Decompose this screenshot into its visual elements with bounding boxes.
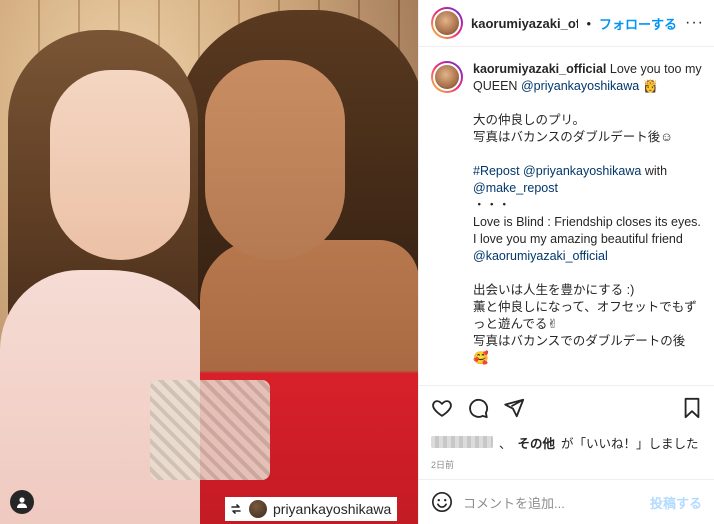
likes-summary[interactable]: 、 その他 が「いいね！」しました: [419, 430, 714, 454]
caption-mention-2[interactable]: @priyankayoshikawa: [523, 164, 641, 178]
likes-others[interactable]: その他: [518, 433, 556, 452]
post-photo[interactable]: priyankayoshikawa: [0, 0, 418, 524]
share-icon[interactable]: [503, 397, 525, 419]
post-side-panel: kaorumiyazaki_offi • フォローする ··· kaorumiy…: [418, 0, 714, 524]
heart-icon[interactable]: [431, 397, 453, 419]
action-bar: [419, 385, 714, 430]
caption-line-4: Love is Blind : Friendship closes its ey…: [473, 215, 701, 246]
caption-line-6: 薫と仲良しになって、オフセットでもずっと遊んでる✌︎: [473, 300, 697, 331]
comment-bar: コメントを追加... 投稿する: [419, 479, 714, 524]
user-tag-icon[interactable]: [10, 490, 34, 514]
post-comment-button[interactable]: 投稿する: [650, 493, 702, 512]
emoji-icon[interactable]: [431, 491, 453, 513]
caption-line-7: 写真はバカンスでのダブルデートの後: [473, 334, 686, 348]
caption-mention-1[interactable]: @priyankayoshikawa: [521, 79, 639, 93]
liker-name-redacted: [431, 436, 493, 448]
caption-username[interactable]: kaorumiyazaki_official: [473, 62, 606, 76]
repost-icon: [229, 502, 243, 516]
repost-handle: priyankayoshikawa: [273, 501, 392, 517]
caption-line-2: 大の仲良しのプリ。: [473, 113, 586, 127]
comment-icon[interactable]: [467, 397, 489, 419]
follow-button[interactable]: フォローする: [599, 14, 677, 33]
caption-emoji-2: 🥰: [473, 351, 489, 365]
caption-line-5: 出会いは人生を豊かにする :): [473, 283, 635, 297]
caption-with-word: with: [644, 164, 668, 178]
bookmark-icon[interactable]: [682, 397, 702, 419]
repost-avatar: [249, 500, 267, 518]
author-avatar[interactable]: [431, 7, 463, 39]
caption-emoji-1: 👸: [642, 79, 659, 93]
caption-dots: ・・・: [473, 198, 511, 212]
repost-badge: priyankayoshikawa: [225, 497, 398, 521]
caption-mention-4[interactable]: @kaorumiyazaki_official: [473, 248, 702, 265]
post-timestamp[interactable]: 2日前: [419, 454, 714, 479]
likes-suffix: が「いいね！」しました: [561, 436, 699, 451]
comment-input[interactable]: コメントを追加...: [463, 493, 640, 512]
caption-repost-hashtag[interactable]: #Repost: [473, 164, 520, 178]
caption: kaorumiyazaki_official Love you too my Q…: [419, 47, 714, 385]
likes-prefix: 、: [499, 436, 512, 451]
caption-text: kaorumiyazaki_official Love you too my Q…: [473, 61, 702, 385]
more-icon[interactable]: ···: [685, 14, 704, 32]
caption-avatar[interactable]: [431, 61, 463, 93]
post-header: kaorumiyazaki_offi • フォローする ···: [419, 0, 714, 47]
photo-blanket: [150, 380, 270, 480]
author-username[interactable]: kaorumiyazaki_offi: [471, 16, 578, 31]
photo-person-right-face: [205, 60, 345, 260]
caption-mention-3[interactable]: @make_repost: [473, 181, 558, 195]
header-separator: •: [586, 15, 591, 31]
photo-person-left-face: [50, 70, 190, 260]
caption-line-3: 写真はバカンスのダブルデート後☺︎: [473, 130, 674, 144]
instagram-post: priyankayoshikawa kaorumiyazaki_offi • フ…: [0, 0, 714, 524]
